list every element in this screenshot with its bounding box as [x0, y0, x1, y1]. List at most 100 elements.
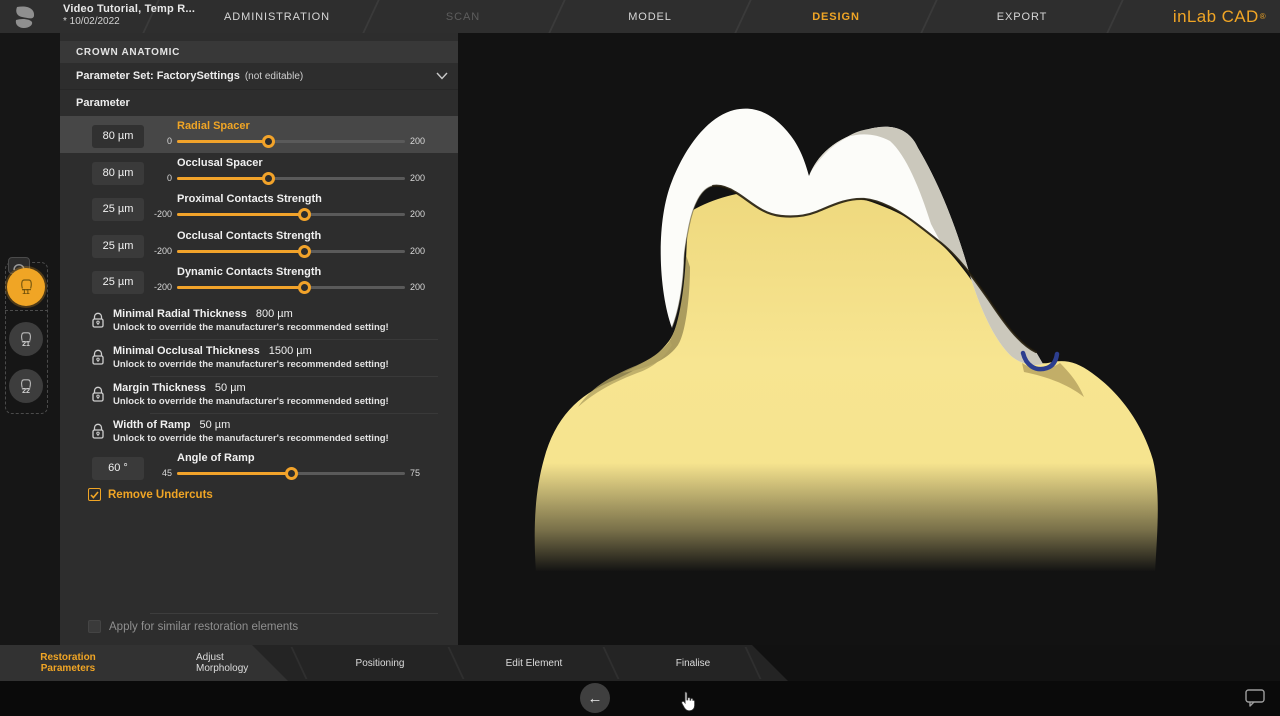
slider-min-label: 0 — [128, 173, 172, 183]
slider-thumb[interactable] — [285, 467, 298, 480]
param-label: Dynamic Contacts Strength — [177, 266, 321, 278]
locked-param-value: 50 µm — [200, 419, 231, 431]
locked-param-value: 1500 µm — [269, 345, 312, 357]
slider-min-label: -200 — [128, 209, 172, 219]
app-brand: inLab CAD® — [1173, 0, 1266, 33]
param-row-occlusal-contacts[interactable]: 25 µm Occlusal Contacts Strength -200 20… — [60, 226, 458, 263]
slider-thumb[interactable] — [262, 135, 275, 148]
locked-param-margin-thickness[interactable]: Margin Thickness 50 µm Unlock to override… — [60, 377, 458, 414]
param-row-angle-of-ramp[interactable]: 60 ° Angle of Ramp 45 75 — [60, 448, 458, 485]
locked-param-value: 50 µm — [215, 382, 246, 394]
step-finalise[interactable]: Finalise — [643, 645, 743, 681]
tooth-item-11[interactable]: 11 — [7, 268, 45, 306]
tooth-number: 22 — [22, 388, 30, 395]
slider-min-label: -200 — [128, 246, 172, 256]
param-label: Occlusal Spacer — [177, 157, 263, 169]
panel-title: CROWN ANATOMIC — [60, 41, 458, 63]
tooth-number: 21 — [22, 341, 30, 348]
case-title: Video Tutorial, Temp R... — [63, 3, 195, 15]
menu-design[interactable]: DESIGN — [812, 0, 860, 33]
step-restoration-parameters[interactable]: Restoration Parameters — [32, 645, 104, 681]
checkbox-checked-icon[interactable] — [88, 488, 101, 501]
top-bar: Video Tutorial, Temp R... * 10/02/2022 A… — [0, 0, 1280, 33]
param-slider[interactable] — [177, 213, 405, 216]
locked-param-note: Unlock to override the manufacturer's re… — [113, 359, 389, 370]
locked-param-minimal-occlusal[interactable]: Minimal Occlusal Thickness 1500 µm Unlock… — [60, 340, 458, 377]
case-date: * 10/02/2022 — [63, 16, 195, 27]
menu-scan: SCAN — [446, 0, 480, 33]
param-slider[interactable] — [177, 286, 405, 289]
locked-param-note: Unlock to override the manufacturer's re… — [113, 396, 389, 407]
chat-icon[interactable] — [1243, 688, 1267, 708]
tooth-item-22[interactable]: 22 — [9, 369, 43, 403]
param-label: Radial Spacer — [177, 120, 250, 132]
tooth-item-21[interactable]: 21 — [9, 322, 43, 356]
param-slider[interactable] — [177, 472, 405, 475]
parameter-set-selector[interactable]: Parameter Set: FactorySettings (not edit… — [60, 63, 458, 90]
lock-icon — [91, 422, 105, 445]
topbar-separator — [920, 0, 937, 33]
parameter-set-label: Parameter Set: FactorySettings — [76, 70, 240, 82]
param-row-occlusal-spacer[interactable]: 80 µm Occlusal Spacer 0 200 — [60, 153, 458, 190]
apply-similar-label: Apply for similar restoration elements — [109, 621, 298, 633]
slider-thumb[interactable] — [298, 245, 311, 258]
locked-param-title: Margin Thickness — [113, 382, 206, 394]
slider-max-label: 200 — [410, 246, 425, 256]
case-info[interactable]: Video Tutorial, Temp R... * 10/02/2022 — [63, 3, 195, 27]
menu-export[interactable]: EXPORT — [997, 0, 1047, 33]
slider-max-label: 200 — [410, 282, 425, 292]
locked-param-value: 800 µm — [256, 308, 293, 320]
lock-icon — [91, 311, 105, 334]
remove-undercuts-label: Remove Undercuts — [108, 489, 213, 501]
restoration-rail: 11 21 22 — [0, 33, 60, 645]
param-row-dynamic-contacts[interactable]: 25 µm Dynamic Contacts Strength -200 200 — [60, 262, 458, 299]
param-label: Angle of Ramp — [177, 452, 255, 464]
slider-fill — [177, 472, 291, 475]
slider-min-label: 0 — [128, 136, 172, 146]
sirona-logo-icon — [12, 4, 38, 30]
step-positioning[interactable]: Positioning — [330, 645, 430, 681]
chevron-down-icon[interactable] — [436, 72, 448, 80]
menu-administration[interactable]: ADMINISTRATION — [224, 0, 330, 33]
param-slider[interactable] — [177, 250, 405, 253]
parameter-set-note: (not editable) — [245, 71, 303, 82]
menu-model[interactable]: MODEL — [628, 0, 672, 33]
slider-thumb[interactable] — [298, 208, 311, 221]
slider-min-label: -200 — [128, 282, 172, 292]
slider-thumb[interactable] — [262, 172, 275, 185]
slider-max-label: 200 — [410, 173, 425, 183]
locked-param-title: Width of Ramp — [113, 419, 191, 431]
back-arrow-button[interactable]: ← — [580, 683, 610, 713]
divider — [150, 613, 438, 614]
checkbox-unchecked-icon[interactable] — [88, 620, 101, 633]
parameter-section-label: Parameter — [60, 90, 458, 116]
locked-param-width-of-ramp[interactable]: Width of Ramp50 µm Unlock to override th… — [60, 414, 458, 451]
model-viewport[interactable] — [458, 33, 1280, 645]
slider-fill — [177, 213, 305, 216]
lock-icon — [91, 385, 105, 408]
remove-undercuts-checkbox-row[interactable]: Remove Undercuts — [88, 488, 213, 501]
param-slider[interactable] — [177, 177, 405, 180]
workflow-bar: Restoration Parameters Adjust Morphology… — [0, 645, 1280, 681]
topbar-separator — [1106, 0, 1123, 33]
locked-param-title: Minimal Radial Thickness — [113, 308, 247, 320]
tooth-group-divider — [5, 310, 48, 311]
tooth-number: 11 — [22, 289, 29, 296]
parameter-panel: CROWN ANATOMIC Parameter Set: FactorySet… — [60, 33, 458, 645]
locked-param-title: Minimal Occlusal Thickness — [113, 345, 260, 357]
param-row-proximal-contacts[interactable]: 25 µm Proximal Contacts Strength -200 20… — [60, 189, 458, 226]
topbar-separator — [734, 0, 751, 33]
brand-reg: ® — [1260, 12, 1266, 21]
brand-name: inLab CAD — [1173, 7, 1259, 27]
param-label: Proximal Contacts Strength — [177, 193, 322, 205]
cursor-icon — [679, 691, 696, 713]
step-adjust-morphology[interactable]: Adjust Morphology — [196, 645, 266, 681]
step-edit-element[interactable]: Edit Element — [484, 645, 584, 681]
slider-thumb[interactable] — [298, 281, 311, 294]
param-row-radial-spacer[interactable]: 80 µm Radial Spacer 0 200 — [60, 116, 458, 153]
locked-param-minimal-radial[interactable]: Minimal Radial Thickness800 µm Unlock to… — [60, 303, 458, 340]
slider-fill — [177, 140, 268, 143]
param-label: Occlusal Contacts Strength — [177, 230, 321, 242]
param-slider[interactable] — [177, 140, 405, 143]
apply-similar-checkbox-row[interactable]: Apply for similar restoration elements — [88, 620, 298, 633]
